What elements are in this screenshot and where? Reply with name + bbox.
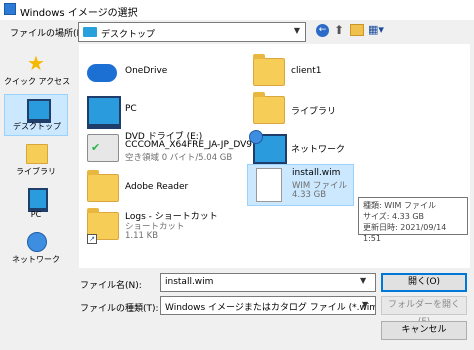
onedrive-cloud-icon <box>87 64 117 82</box>
chevron-down-icon[interactable]: ▼ <box>362 300 368 309</box>
star-icon: ★ <box>27 51 45 75</box>
filetype-label: ファイルの種類(T): <box>80 304 159 314</box>
network-icon <box>27 232 47 252</box>
sidebar-item-label: ライブラリ <box>16 167 56 176</box>
sidebar-item-desktop[interactable]: デスクトップ <box>4 94 68 136</box>
file-item-logs-shortcut[interactable]: ↗ Logs - ショートカット ショートカット 1.11 KB <box>81 206 241 246</box>
file-name: Adobe Reader <box>125 182 189 192</box>
window-app-icon <box>4 3 16 15</box>
network-icon <box>249 130 287 167</box>
chevron-down-icon[interactable]: ▼ <box>294 26 300 35</box>
tooltip-type: 種類: WIM ファイル <box>363 201 436 210</box>
new-folder-icon[interactable] <box>350 24 364 36</box>
desktop-folder-icon <box>83 27 97 37</box>
sidebar-item-label: PC <box>30 210 42 219</box>
view-menu-icon[interactable]: ▦▾ <box>368 23 388 37</box>
cancel-button[interactable]: キャンセル <box>381 321 467 340</box>
file-size: 1.11 KB <box>125 231 159 241</box>
file-size: 4.33 GB <box>292 190 327 200</box>
dvd-drive-icon <box>87 134 119 162</box>
pc-icon <box>87 96 121 129</box>
location-value: デスクトップ <box>101 30 156 40</box>
file-item-pc[interactable]: PC <box>81 90 241 130</box>
library-folder-icon <box>253 92 285 124</box>
folder-icon <box>253 54 285 86</box>
file-name: ネットワーク <box>291 145 346 155</box>
sidebar-item-label: デスクトップ <box>13 122 61 131</box>
folder-icon <box>87 170 119 202</box>
file-name: client1 <box>291 66 322 76</box>
sidebar-item-library[interactable]: ライブラリ <box>4 140 68 182</box>
file-item-dvd-drive[interactable]: DVD ドライブ (E:) CCCOMA_X64FRE_JA-JP_DV9 空き… <box>81 128 252 168</box>
filetype-select[interactable]: Windows イメージまたはカタログ ファイル (*.wim, *.clg) <box>160 296 376 315</box>
title-bar: Windows イメージの選択 <box>0 0 474 20</box>
file-item-client1[interactable]: client1 <box>247 52 417 92</box>
shortcut-arrow-icon: ↗ <box>87 234 97 244</box>
desktop-icon <box>27 99 51 123</box>
sidebar-item-network[interactable]: ネットワーク <box>4 228 68 270</box>
file-name: OneDrive <box>125 66 168 76</box>
location-combobox[interactable]: デスクトップ ▼ <box>78 22 306 42</box>
file-item-network[interactable]: ネットワーク <box>247 128 417 168</box>
places-sidebar: ★ クイック アクセス デスクトップ ライブラリ PC ネットワーク <box>4 44 71 270</box>
file-item-library[interactable]: ライブラリ <box>247 90 417 130</box>
file-item-install-wim[interactable]: install.wim WIM ファイル 4.33 GB <box>247 164 354 206</box>
sidebar-item-label: ネットワーク <box>12 255 60 264</box>
filename-label: ファイル名(N): <box>80 281 142 291</box>
up-folder-icon[interactable]: ⬆ <box>332 23 346 37</box>
file-free-space: 空き領域 0 バイト/5.04 GB <box>125 153 233 163</box>
file-name: ライブラリ <box>291 107 337 117</box>
sidebar-item-pc[interactable]: PC <box>4 184 68 226</box>
location-label: ファイルの場所(I): <box>10 29 86 39</box>
file-name: install.wim <box>292 168 341 178</box>
chevron-down-icon[interactable]: ▼ <box>360 276 366 285</box>
file-tooltip: 種類: WIM ファイル サイズ: 4.33 GB 更新日時: 2021/09/… <box>358 197 468 243</box>
back-icon[interactable]: ← <box>316 24 329 37</box>
file-item-adobe-reader[interactable]: Adobe Reader <box>81 168 241 208</box>
open-folder-button[interactable]: フォルダーを開く(F) <box>381 296 467 327</box>
file-item-onedrive[interactable]: OneDrive <box>81 52 241 92</box>
tooltip-size: サイズ: 4.33 GB <box>363 212 425 221</box>
file-name: PC <box>125 104 137 114</box>
sidebar-item-quick-access[interactable]: ★ クイック アクセス <box>4 50 71 92</box>
filename-input[interactable]: install.wim <box>160 273 376 292</box>
pc-icon <box>28 188 48 212</box>
file-volume-label: CCCOMA_X64FRE_JA-JP_DV9 <box>125 140 253 150</box>
library-folder-icon <box>26 144 48 164</box>
window-title: Windows イメージの選択 <box>20 8 138 19</box>
sidebar-item-label: クイック アクセス <box>4 77 71 86</box>
tooltip-modified: 更新日時: 2021/09/14 1:51 <box>363 223 447 243</box>
open-button[interactable]: 開く(O) <box>381 273 467 292</box>
file-icon <box>256 168 282 202</box>
